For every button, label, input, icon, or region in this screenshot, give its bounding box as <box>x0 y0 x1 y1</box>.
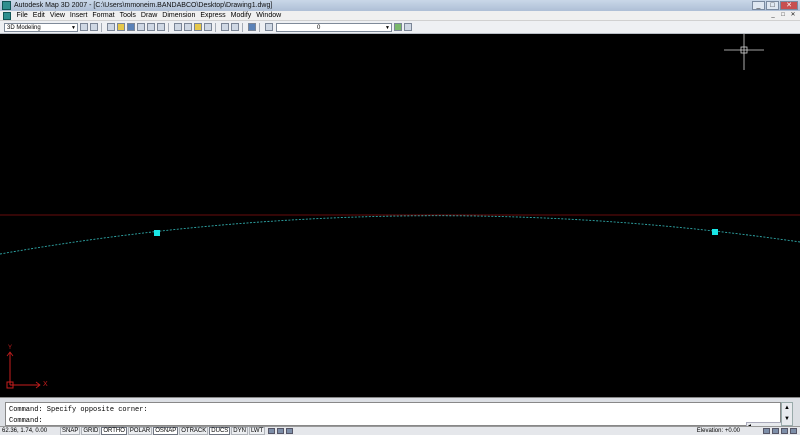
layer-value: 0 <box>317 24 321 31</box>
menu-file[interactable]: File <box>14 12 30 19</box>
ucs-icon <box>6 351 41 389</box>
command-prompt[interactable]: Command: <box>9 417 43 425</box>
arc-curve[interactable] <box>0 215 800 255</box>
crosshair-cursor <box>724 34 764 70</box>
workspace-dropdown[interactable]: 3D Modeling ▼ <box>4 22 78 32</box>
menu-view[interactable]: View <box>47 12 67 19</box>
osnap-toggle[interactable]: OSNAP <box>153 427 179 435</box>
toolbar-separator <box>168 22 169 32</box>
maximize-button[interactable]: □ <box>766 1 779 10</box>
document-controls: _ □ ✕ <box>769 12 797 19</box>
command-window[interactable]: Command: Specify opposite corner: Comman… <box>5 402 786 430</box>
cut-icon[interactable] <box>174 23 182 31</box>
coordinate-readout[interactable]: 62.36, 1.74, 0.00 <box>0 428 60 434</box>
toolbar-separator <box>259 22 260 32</box>
toolbar-separator <box>215 22 216 32</box>
menu-express[interactable]: Express <box>198 12 228 19</box>
layer-properties-icon[interactable] <box>265 23 273 31</box>
window-controls: _ □ ✕ <box>752 1 798 10</box>
model-space-icon[interactable] <box>268 428 276 434</box>
menu-format[interactable]: Format <box>90 12 117 19</box>
menu-modify[interactable]: Modify <box>228 12 254 19</box>
ducs-toggle[interactable]: DUCS <box>209 427 231 435</box>
command-history-line: Command: Specify opposite corner: <box>9 406 148 414</box>
open-file-icon[interactable] <box>117 23 125 31</box>
copy-icon[interactable] <box>184 23 192 31</box>
make-layer-current-icon[interactable] <box>394 23 402 31</box>
otrack-toggle[interactable]: OTRACK <box>179 427 209 435</box>
doc-restore-button[interactable]: □ <box>779 12 787 19</box>
toolbar-separator <box>242 22 243 32</box>
grid-toggle[interactable]: GRID <box>81 427 101 435</box>
menu-draw[interactable]: Draw <box>138 12 159 19</box>
menu-insert[interactable]: Insert <box>67 12 90 19</box>
layer-previous-icon[interactable] <box>404 23 412 31</box>
minimize-button[interactable]: _ <box>752 1 765 10</box>
ucs-x-label: X <box>43 381 48 388</box>
command-area: Command: Specify opposite corner: Comman… <box>0 397 800 430</box>
layout-icon[interactable] <box>277 428 285 434</box>
toolbar: 3D Modeling ▼ 0 ▼ <box>0 21 800 34</box>
scroll-up-icon[interactable]: ▲ <box>782 403 792 414</box>
menu-window[interactable]: Window <box>254 12 284 19</box>
lwt-toggle[interactable]: LWT <box>248 427 266 435</box>
ortho-toggle[interactable]: ORTHO <box>101 427 127 435</box>
grip-point-right[interactable] <box>712 229 718 235</box>
command-vertical-scrollbar[interactable]: ▲ ▼ <box>781 402 793 426</box>
scroll-down-icon[interactable]: ▼ <box>782 414 792 425</box>
workspace-value: 3D Modeling <box>7 24 41 31</box>
ucs-y-label: Y <box>8 345 13 351</box>
match-properties-icon[interactable] <box>204 23 212 31</box>
undo-icon[interactable] <box>221 23 229 31</box>
status-menu-icon[interactable] <box>781 428 788 434</box>
layer-dropdown[interactable]: 0 ▼ <box>276 22 392 32</box>
annotation-icon[interactable] <box>286 428 294 434</box>
polar-toggle[interactable]: POLAR <box>127 427 153 435</box>
menu-tools[interactable]: Tools <box>117 12 138 19</box>
elevation-readout: Elevation: +0.00 <box>696 428 740 434</box>
help-icon[interactable] <box>248 23 256 31</box>
status-tray <box>763 428 797 434</box>
close-button[interactable]: ✕ <box>780 1 798 10</box>
communication-center-icon[interactable] <box>772 428 779 434</box>
title-bar: Autodesk Map 3D 2007 - [C:\Users\mmoneim… <box>0 0 800 11</box>
print-icon[interactable] <box>137 23 145 31</box>
lock-icon[interactable] <box>763 428 770 434</box>
chevron-down-icon: ▼ <box>385 24 390 31</box>
chevron-down-icon: ▼ <box>71 24 76 31</box>
doc-close-button[interactable]: ✕ <box>789 12 797 19</box>
doc-minimize-button[interactable]: _ <box>769 12 777 19</box>
clean-screen-icon[interactable] <box>790 428 797 434</box>
paste-icon[interactable] <box>194 23 202 31</box>
grip-point-left[interactable] <box>154 230 160 236</box>
drawing-svg <box>0 34 800 389</box>
menu-dimension[interactable]: Dimension <box>160 12 198 19</box>
menu-bar: File Edit View Insert Format Tools Draw … <box>0 11 800 21</box>
document-icon[interactable] <box>3 11 11 20</box>
save-icon[interactable] <box>127 23 135 31</box>
plot-preview-icon[interactable] <box>147 23 155 31</box>
new-file-icon[interactable] <box>107 23 115 31</box>
app-icon[interactable] <box>2 1 11 10</box>
status-bar: 62.36, 1.74, 0.00 SNAP GRID ORTHO POLAR … <box>0 426 800 435</box>
workspace-settings-icon[interactable] <box>80 23 88 31</box>
menu-edit[interactable]: Edit <box>30 12 47 19</box>
snap-toggle[interactable]: SNAP <box>60 427 81 435</box>
window-title: Autodesk Map 3D 2007 - [C:\Users\mmoneim… <box>14 2 273 9</box>
redo-icon[interactable] <box>231 23 239 31</box>
workspace-save-icon[interactable] <box>90 23 98 31</box>
dyn-toggle[interactable]: DYN <box>231 427 248 435</box>
drawing-canvas[interactable]: X Y <box>0 34 800 397</box>
publish-icon[interactable] <box>157 23 165 31</box>
toolbar-separator <box>101 22 102 32</box>
